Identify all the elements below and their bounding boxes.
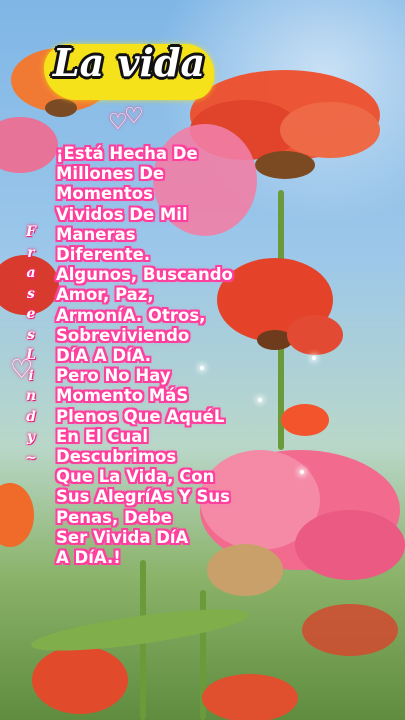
side-letter: e [26, 306, 36, 322]
poem-line: Penas, Debe [56, 507, 172, 527]
poem-line: Ser Vivida DíA [56, 527, 189, 547]
poem-line: Pero No Hay [56, 366, 171, 386]
poem-line: Maneras [56, 224, 136, 244]
side-letter: r [27, 244, 35, 261]
poem-line: Sus AlegríAs Y Sus [56, 487, 230, 507]
poem-line: Momentos [56, 184, 153, 204]
red-flower-small [287, 315, 343, 355]
poem-line: En El Cual [56, 426, 149, 446]
side-letter: s [27, 285, 35, 302]
double-heart-icon: ♡ ♡ [108, 104, 144, 135]
side-letter: a [26, 265, 36, 281]
pink-flower-left [0, 117, 58, 173]
side-letter: F [26, 224, 36, 240]
poem-line: DíA A DíA. [56, 346, 152, 366]
side-letter: y [26, 429, 36, 445]
poem-line: Algunos, Buscando [56, 265, 233, 285]
poem-line: Vividos De Mil [56, 204, 188, 224]
heart-icon: ♡ [10, 355, 34, 385]
side-letter: s [27, 326, 35, 343]
poem-line: ¡Está Hecha De [56, 144, 198, 163]
sparkle [300, 470, 304, 474]
poem-line: A DíA.! [56, 548, 121, 568]
side-letter: n [25, 388, 37, 404]
sparkle [312, 356, 316, 360]
poem-line: Que La Vida, Con [56, 467, 215, 487]
side-letter: d [26, 408, 36, 425]
side-watermark: Fr a s e s Li n d y ~ [22, 222, 40, 468]
poem-line: Millones De [56, 164, 165, 184]
poem-line: Amor, Paz, [56, 285, 154, 305]
side-letter: ~ [25, 449, 37, 466]
poem-text: ¡Está Hecha De Millones De Momentos Vividos… [56, 144, 286, 568]
poem-line: ArmoníA. Otros, [56, 305, 206, 325]
orange-flower-right [281, 404, 329, 436]
red-flower-bottom-far-right [302, 604, 398, 656]
poem-line: Descubrimos [56, 447, 177, 467]
poem-line: Momento MáS [56, 386, 189, 406]
orange-flower-left [0, 483, 34, 547]
title-block: La vida [44, 40, 214, 102]
poem-line: Diferente. [56, 245, 151, 265]
leaves [31, 609, 249, 651]
page-title: La vida [52, 40, 206, 85]
poem-line: Plenos Que AquéL [56, 406, 225, 426]
poem-line: Sobreviviendo [56, 325, 190, 345]
